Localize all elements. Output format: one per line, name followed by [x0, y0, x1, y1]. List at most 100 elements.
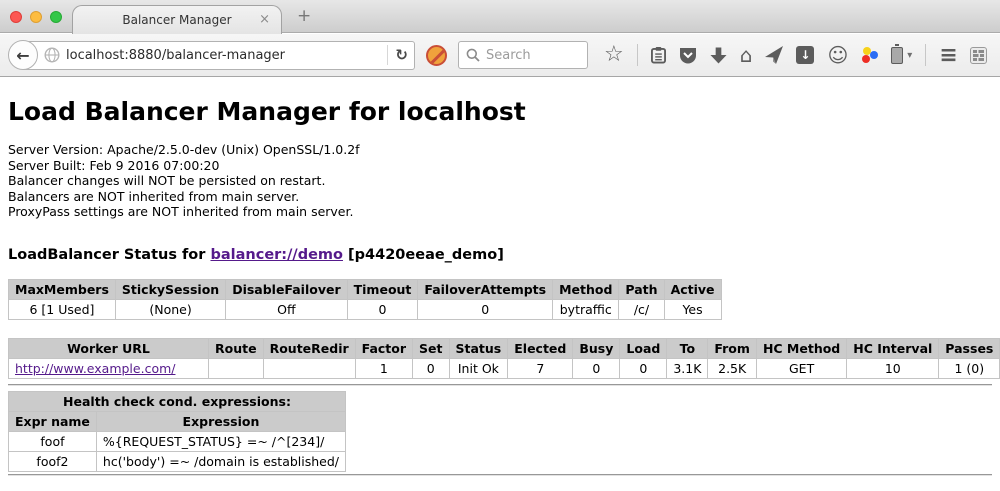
column-header: Factor [355, 338, 412, 358]
method-cell: bytraffic [553, 299, 619, 319]
route-cell [209, 358, 264, 378]
table-header-row: MaxMembers StickySession DisableFailover… [9, 279, 722, 299]
health-check-table: Health check cond. expressions: Expr nam… [8, 391, 346, 472]
bookmarks-menu-icon[interactable] [651, 43, 666, 67]
home-icon[interactable]: ⌂ [740, 43, 753, 67]
column-header: Worker URL [9, 338, 209, 358]
page-title: Load Balancer Manager for localhost [8, 97, 992, 126]
column-header: Method [553, 279, 619, 299]
page-content: Load Balancer Manager for localhost Serv… [0, 78, 1000, 491]
to-cell: 3.1K [667, 358, 708, 378]
worker-url-link[interactable]: http://www.example.com/ [15, 361, 175, 376]
table-title-row: Health check cond. expressions: [9, 391, 346, 411]
search-icon [466, 48, 480, 62]
url-bar[interactable]: localhost:8880/balancer-manager ↻ [21, 41, 415, 70]
minimize-window-button[interactable] [30, 11, 42, 23]
passes-cell: 1 (0) [939, 358, 1000, 378]
table-row: foof %{REQUEST_STATUS} =~ /^[234]/ [9, 431, 346, 451]
new-tab-button[interactable]: + [297, 6, 311, 26]
reload-icon[interactable]: ↻ [395, 46, 408, 64]
extension-dots-icon[interactable] [861, 43, 878, 67]
column-header: Busy [573, 338, 620, 358]
hc-interval-cell: 10 [847, 358, 939, 378]
browser-window: Balancer Manager × + ← localhost:8880/ba… [0, 0, 1000, 491]
search-bar[interactable] [458, 41, 588, 69]
from-cell: 2.5K [708, 358, 757, 378]
toolbar-icons: ☆ ⌂ [604, 43, 987, 67]
server-info: Server Version: Apache/2.5.0-dev (Unix) … [8, 142, 992, 220]
feedback-smiley-icon[interactable]: ☺ [827, 43, 848, 67]
table-row: foof2 hc('body') =~ /domain is establish… [9, 451, 346, 471]
url-text[interactable]: localhost:8880/balancer-manager [66, 48, 380, 63]
expr-name-cell: foof [9, 431, 97, 451]
expression-cell: hc('body') =~ /domain is established/ [96, 451, 345, 471]
column-header: RouteRedir [263, 338, 355, 358]
factor-cell: 1 [355, 358, 412, 378]
table-row: 6 [1 Used] (None) Off 0 0 bytraffic /c/ … [9, 299, 722, 319]
status-cell: Init Ok [449, 358, 508, 378]
tab-title: Balancer Manager [122, 13, 231, 27]
back-arrow-icon: ← [16, 46, 29, 65]
download-panel-icon[interactable]: ↓ [796, 43, 814, 67]
toolbar-separator [637, 44, 638, 66]
pocket-icon[interactable] [679, 43, 697, 67]
battery-icon [891, 47, 903, 64]
column-header: StickySession [115, 279, 225, 299]
persist-notice-line: Balancer changes will NOT be persisted o… [8, 173, 992, 189]
column-header: Path [619, 279, 664, 299]
search-input[interactable] [486, 48, 571, 63]
navigation-toolbar: ← localhost:8880/balancer-manager ↻ ☆ [0, 34, 1000, 77]
expr-name-cell: foof2 [9, 451, 97, 471]
busy-cell: 0 [573, 358, 620, 378]
elected-cell: 7 [508, 358, 573, 378]
worker-url-cell: http://www.example.com/ [9, 358, 209, 378]
expression-cell: %{REQUEST_STATUS} =~ /^[234]/ [96, 431, 345, 451]
zoom-window-button[interactable] [50, 11, 62, 23]
close-window-button[interactable] [10, 11, 22, 23]
downloads-icon[interactable] [710, 43, 727, 67]
send-tab-icon[interactable] [765, 43, 783, 67]
chevron-down-icon: ▾ [907, 50, 912, 61]
tab-groups-icon[interactable] [970, 43, 987, 67]
proxypass-notice-line: ProxyPass settings are NOT inherited fro… [8, 204, 992, 220]
menu-hamburger-icon[interactable]: ≡ [939, 43, 956, 67]
battery-extension-icon[interactable]: ▾ [891, 43, 912, 67]
column-header: Timeout [347, 279, 418, 299]
column-header: Passes [939, 338, 1000, 358]
download-arrow-icon: ↓ [796, 46, 814, 64]
tab-close-icon[interactable]: × [259, 12, 270, 27]
failover-attempts-cell: 0 [418, 299, 553, 319]
column-header: Elected [508, 338, 573, 358]
server-version-line: Server Version: Apache/2.5.0-dev (Unix) … [8, 142, 992, 158]
plugin-blocked-icon[interactable] [426, 45, 447, 66]
column-header: FailoverAttempts [418, 279, 553, 299]
section-divider [8, 474, 992, 476]
window-controls [10, 11, 62, 23]
table-header-row: Expr name Expression [9, 411, 346, 431]
urlbar-divider [387, 45, 388, 65]
balancer-demo-link[interactable]: balancer://demo [210, 247, 343, 263]
status-heading-suffix: [p4420eeae_demo] [343, 247, 504, 263]
hc-method-cell: GET [756, 358, 846, 378]
server-built-line: Server Built: Feb 9 2016 07:00:20 [8, 158, 992, 174]
column-header: Active [664, 279, 721, 299]
column-header: MaxMembers [9, 279, 116, 299]
timeout-cell: 0 [347, 299, 418, 319]
health-table-title: Health check cond. expressions: [9, 391, 346, 411]
balancers-notice-line: Balancers are NOT inherited from main se… [8, 189, 992, 205]
column-header: DisableFailover [226, 279, 347, 299]
column-header: HC Method [756, 338, 846, 358]
status-heading-prefix: LoadBalancer Status for [8, 247, 210, 263]
disable-failover-cell: Off [226, 299, 347, 319]
column-header: HC Interval [847, 338, 939, 358]
toolbar-separator [925, 44, 926, 66]
tab-balancer-manager[interactable]: Balancer Manager × [72, 5, 282, 34]
back-button[interactable]: ← [8, 40, 38, 70]
column-header: To [667, 338, 708, 358]
bookmark-star-icon[interactable]: ☆ [604, 43, 624, 67]
max-members-cell: 6 [1 Used] [9, 299, 116, 319]
column-header: Expr name [9, 411, 97, 431]
route-redir-cell [263, 358, 355, 378]
path-cell: /c/ [619, 299, 664, 319]
section-divider [8, 384, 992, 386]
